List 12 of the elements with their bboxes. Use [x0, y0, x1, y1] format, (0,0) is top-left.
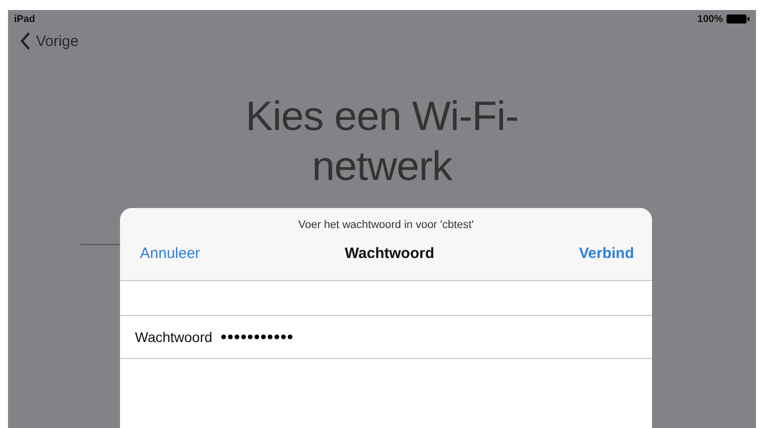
back-link[interactable]: Vorige	[20, 32, 79, 50]
connect-button[interactable]: Verbind	[578, 245, 634, 262]
battery-percentage: 100%	[697, 14, 723, 24]
cancel-button[interactable]: Annuleer	[140, 245, 200, 262]
chevron-left-icon	[20, 32, 31, 50]
page-title: Kies een Wi-Fi- netwerk	[244, 92, 520, 191]
device-name: iPad	[14, 14, 36, 24]
dialog-prompt: Voer het wachtwoord in voor 'cbtest'	[297, 218, 475, 231]
password-label: Wachtwoord	[135, 329, 212, 345]
dialog-title: Wachtwoord	[344, 245, 434, 262]
battery-icon	[726, 14, 750, 24]
password-field[interactable]: ●●●●●●●●●●●	[220, 331, 294, 343]
